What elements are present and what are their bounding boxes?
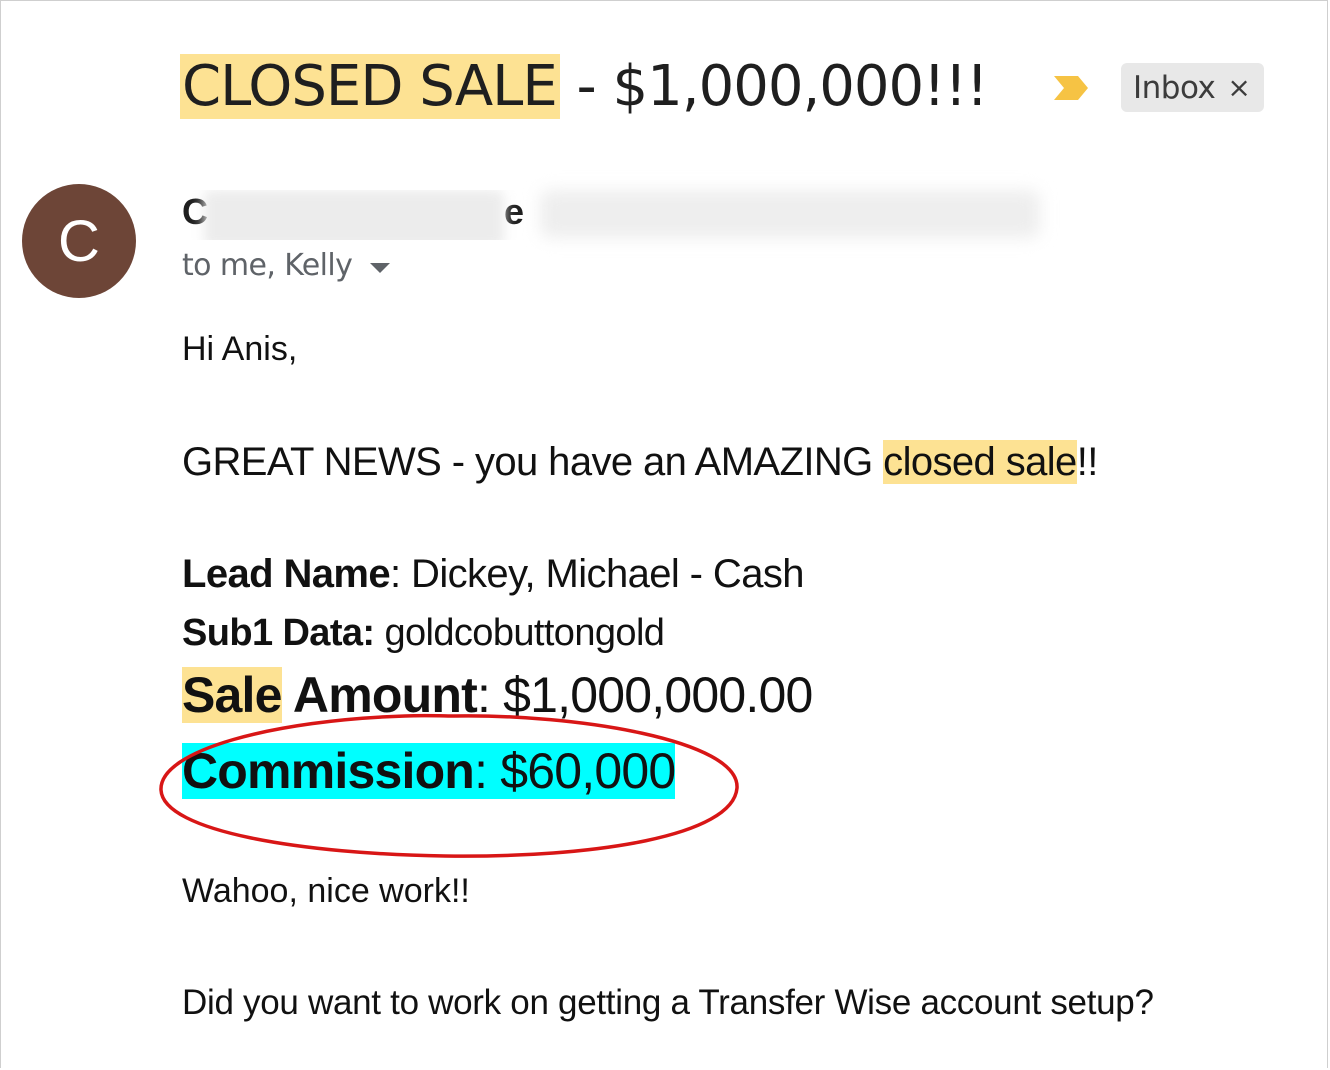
sub1-data-value: goldcobuttongold [374,612,665,654]
label-chip-text: Inbox [1133,69,1216,106]
importance-marker-icon[interactable] [1052,74,1090,102]
email-subject: CLOSED SALE - $1,000,000!!! [180,46,989,128]
recipients-line[interactable]: to me, Kelly [182,248,391,283]
news-highlight: closed sale [883,440,1077,484]
news-suffix: !! [1076,440,1099,484]
redacted-email-blur [540,190,1040,238]
avatar-letter: C [58,208,100,274]
wahoo-line: Wahoo, nice work!! [182,872,470,910]
subject-text: - $1,000,000!!! [559,54,989,119]
news-line: GREAT NEWS - you have an AMAZING closed … [182,440,1098,485]
close-icon[interactable]: × [1227,71,1250,104]
transfer-wise-line: Did you want to work on getting a Transf… [182,983,1154,1022]
sender-row: C e [182,182,1052,242]
redacted-name-blur [204,190,504,240]
lead-name-line: Lead Name: Dickey, Michael - Cash [182,552,805,597]
sender-name[interactable]: C e [182,190,527,240]
lead-name-value: : Dickey, Michael - Cash [390,552,804,596]
lead-name-label: Lead Name [182,552,391,596]
subject-highlight: CLOSED SALE [180,54,560,119]
news-prefix: GREAT NEWS - you have an AMAZING [182,440,884,484]
avatar[interactable]: C [22,184,136,298]
sender-name-last: e [504,191,525,232]
sub1-data-label: Sub1 Data: [182,612,375,654]
chevron-down-icon[interactable] [370,262,391,273]
label-chip-inbox[interactable]: Inbox × [1121,63,1264,112]
recipients-text: to me, Kelly [182,248,353,283]
greeting: Hi Anis, [182,330,298,368]
sub1-data-line: Sub1 Data: goldcobuttongold [182,612,665,655]
annotation-ellipse [159,713,739,858]
